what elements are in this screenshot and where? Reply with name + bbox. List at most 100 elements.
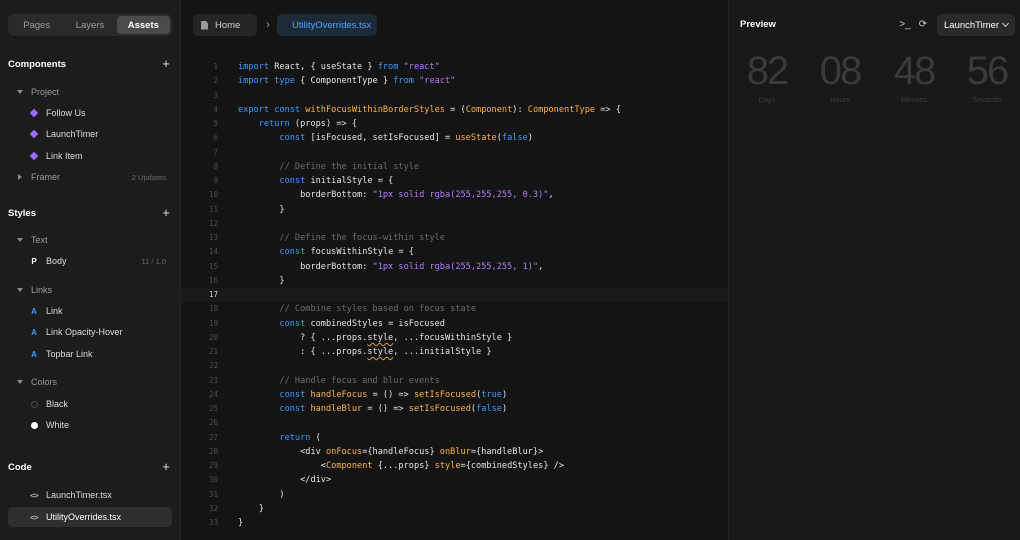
code-line: 20 ? { ...props.style, ...focusWithinSty… xyxy=(181,331,728,345)
timer-minutes: 48 Minutes xyxy=(884,50,944,104)
style-item-label: Link xyxy=(46,306,63,316)
chevron-right-icon xyxy=(18,174,22,180)
code-line-text: const handleFocus = () => setIsFocused(t… xyxy=(279,389,508,400)
code-title: Code xyxy=(8,461,32,473)
panel-switcher: Pages Layers Assets xyxy=(8,14,172,36)
style-item-link-opacity-hover[interactable]: A Link Opacity-Hover xyxy=(30,325,172,339)
code-line: 30 </div> xyxy=(181,473,728,487)
group-project[interactable]: Project xyxy=(17,85,172,99)
timer-seconds: 56 Seconds xyxy=(957,50,1017,104)
code-line-text: export const withFocusWithinBorderStyles… xyxy=(238,104,621,115)
color-item-black[interactable]: Black xyxy=(30,397,172,411)
code-line: 26 xyxy=(181,416,728,430)
code-line-text: const [isFocused, setIsFocused] = useSta… xyxy=(279,133,533,144)
style-item-label: Link Opacity-Hover xyxy=(46,327,123,337)
code-line-text: } xyxy=(238,518,244,528)
code-line-text: // Define the focus-within style xyxy=(279,233,445,243)
code-file-utilityoverrides[interactable]: <> UtilityOverrides.tsx xyxy=(8,507,172,527)
line-number: 4 xyxy=(213,104,218,114)
code-line: 22 xyxy=(181,359,728,373)
line-number: 14 xyxy=(208,247,218,257)
code-file-launchtimer[interactable]: <> LaunchTimer.tsx xyxy=(8,485,172,505)
group-framer[interactable]: Framer 2 Updates xyxy=(17,170,172,184)
code-line-text: <Component {...props} style={combinedSty… xyxy=(320,461,565,471)
tab-home[interactable]: Home xyxy=(193,14,257,36)
line-number: 13 xyxy=(208,233,218,242)
code-line: 2 import type { ComponentType } from "rea… xyxy=(181,74,728,88)
group-colors-label: Colors xyxy=(31,377,58,387)
group-links[interactable]: Links xyxy=(17,283,172,297)
paragraph-icon: P xyxy=(31,256,37,266)
add-style-plus-icon[interactable]: + xyxy=(160,206,172,219)
code-line: 3 xyxy=(181,89,728,103)
code-file-label: LaunchTimer.tsx xyxy=(46,490,112,500)
component-item-follow-us[interactable]: Follow Us xyxy=(29,106,172,120)
component-item-link-item[interactable]: Link Item xyxy=(29,149,172,163)
line-number: 11 xyxy=(208,204,218,214)
group-text[interactable]: Text xyxy=(17,233,172,247)
tab-utilityoverrides[interactable]: UtilityOverrides.tsx xyxy=(277,14,377,36)
timer-seconds-value: 56 xyxy=(966,49,1010,93)
code-line: 15 borderBottom: "1px solid rgba(255,255… xyxy=(181,260,728,274)
component-item-label: LaunchTimer xyxy=(46,129,99,139)
timer-seconds-label: Seconds xyxy=(972,95,1002,104)
code-line-text: const handleBlur = () => setIsFocused(fa… xyxy=(279,404,508,414)
color-swatch-icon xyxy=(30,421,38,429)
line-number: 25 xyxy=(208,404,218,413)
tab-layers[interactable]: Layers xyxy=(63,16,116,34)
tab-pages[interactable]: Pages xyxy=(10,16,63,34)
code-line: 1 import React, { useState } from "react" xyxy=(181,60,728,74)
code-line-text: <div onFocus={handleFocus} onBlur={handl… xyxy=(300,446,544,457)
code-line-text: const initialStyle = { xyxy=(279,176,394,186)
color-swatch-icon xyxy=(30,400,38,408)
code-line: 33} xyxy=(181,516,728,530)
style-meta: 11 / 1.0 xyxy=(141,256,166,266)
code-section-header: Code + xyxy=(8,460,172,474)
group-text-label: Text xyxy=(31,235,48,245)
chevron-down-icon xyxy=(17,380,23,384)
preview-panel: Preview >_ ⟳ LaunchTimer 82 Days 08 Hour… xyxy=(728,0,1020,540)
code-line: 11 } xyxy=(181,203,728,217)
code-line-text: borderBottom: "1px solid rgba(255,255,25… xyxy=(300,190,554,201)
timer-days: 82 Days xyxy=(737,50,797,104)
code-line: 19 const combinedStyles = isFocused xyxy=(181,317,728,331)
component-icon xyxy=(29,108,39,118)
group-colors[interactable]: Colors xyxy=(17,375,172,389)
line-number: 32 xyxy=(208,503,218,513)
refresh-icon[interactable]: ⟳ xyxy=(916,17,930,31)
style-item-link[interactable]: A Link xyxy=(30,304,172,318)
color-item-white[interactable]: White xyxy=(30,418,172,432)
line-number: 2 xyxy=(213,76,218,86)
add-component-plus-icon[interactable]: + xyxy=(160,57,172,70)
add-code-file-plus-icon[interactable]: + xyxy=(160,460,172,473)
style-item-body[interactable]: P Body 11 / 1.0 xyxy=(30,254,172,268)
code-line-text: return (props) => { xyxy=(258,119,358,129)
line-number: 1 xyxy=(213,62,218,71)
code-line-text: : { ...props.style, ...initialStyle } xyxy=(300,347,492,357)
terminal-icon[interactable]: >_ xyxy=(898,17,912,31)
chevron-down-icon xyxy=(1001,19,1010,28)
component-icon xyxy=(29,129,39,139)
code-line-text: import React, { useState } from "react" xyxy=(238,62,440,72)
preview-component-select[interactable]: LaunchTimer xyxy=(937,14,1015,36)
code-line: 12 xyxy=(181,217,728,231)
component-icon xyxy=(29,151,39,161)
style-item-topbar-link[interactable]: A Topbar Link xyxy=(30,347,172,361)
tab-assets[interactable]: Assets xyxy=(116,16,170,34)
line-number: 9 xyxy=(213,176,218,185)
code-line: 6 const [isFocused, setIsFocused] = useS… xyxy=(181,131,728,145)
code-line-text: // Handle focus and blur events xyxy=(279,375,440,386)
code-file-label: UtilityOverrides.tsx xyxy=(46,512,122,522)
component-item-label: Follow Us xyxy=(46,108,86,118)
timer-minutes-value: 48 xyxy=(893,49,937,93)
code-line-text: borderBottom: "1px solid rgba(255,255,25… xyxy=(300,261,544,272)
code-line-text: } xyxy=(258,503,264,514)
component-item-launchtimer[interactable]: LaunchTimer xyxy=(29,127,172,141)
tab-file-label: UtilityOverrides.tsx xyxy=(292,19,372,31)
group-links-label: Links xyxy=(31,285,53,295)
code-file-icon: <> xyxy=(30,490,39,500)
color-item-label: White xyxy=(46,420,70,430)
code-line: 10 borderBottom: "1px solid rgba(255,255… xyxy=(181,188,728,202)
code-area[interactable]: 1 import React, { useState } from "react"… xyxy=(181,60,728,530)
line-number: 27 xyxy=(208,432,218,442)
